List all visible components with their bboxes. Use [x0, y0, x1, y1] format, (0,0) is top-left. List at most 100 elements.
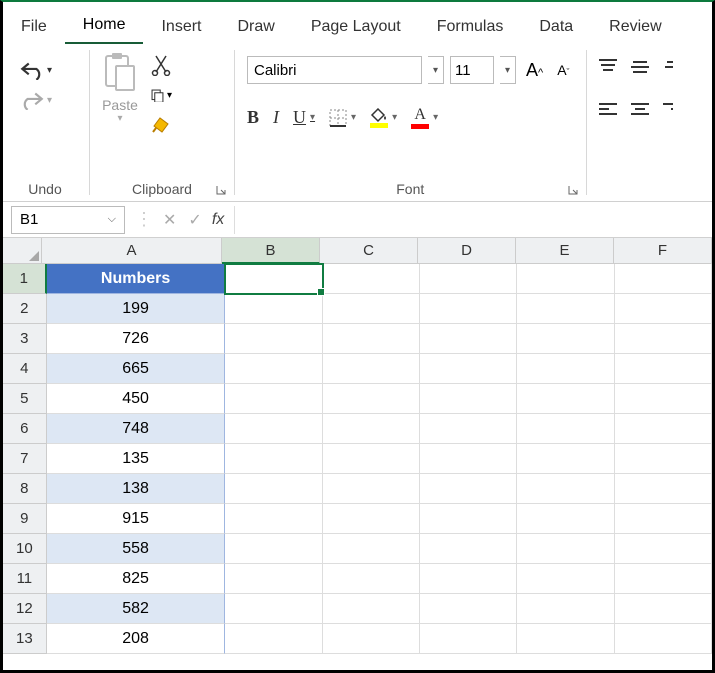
- cell[interactable]: [615, 504, 712, 534]
- cell[interactable]: [323, 444, 420, 474]
- chevron-down-icon[interactable]: ⌵: [108, 213, 116, 226]
- col-header-f[interactable]: F: [614, 238, 712, 264]
- cell[interactable]: [225, 414, 322, 444]
- row-header[interactable]: 13: [3, 624, 47, 654]
- cell[interactable]: [420, 594, 517, 624]
- cell[interactable]: [225, 384, 322, 414]
- cell[interactable]: [420, 504, 517, 534]
- align-bottom-button[interactable]: [661, 58, 673, 81]
- cell[interactable]: [615, 384, 712, 414]
- font-size-dropdown[interactable]: ▾: [500, 56, 516, 84]
- row-header[interactable]: 10: [3, 534, 47, 564]
- cell[interactable]: [615, 564, 712, 594]
- cell[interactable]: [517, 624, 614, 654]
- cell[interactable]: 138: [47, 474, 226, 504]
- tab-formulas[interactable]: Formulas: [419, 12, 522, 42]
- chevron-down-icon[interactable]: ▾: [117, 113, 122, 124]
- row-header[interactable]: 5: [3, 384, 47, 414]
- align-right-button[interactable]: [661, 101, 673, 124]
- bold-button[interactable]: B: [247, 107, 259, 128]
- tab-page-layout[interactable]: Page Layout: [293, 12, 419, 42]
- cut-button[interactable]: [150, 54, 172, 76]
- cell[interactable]: [323, 504, 420, 534]
- cell[interactable]: 665: [47, 354, 226, 384]
- formula-input[interactable]: [234, 206, 712, 234]
- fill-color-button[interactable]: ▾: [370, 108, 397, 128]
- cell[interactable]: [225, 354, 322, 384]
- cell[interactable]: 450: [47, 384, 226, 414]
- col-header-e[interactable]: E: [516, 238, 614, 264]
- cell[interactable]: 135: [47, 444, 226, 474]
- cell[interactable]: [420, 444, 517, 474]
- borders-button[interactable]: ▾: [329, 109, 356, 127]
- cell[interactable]: [420, 354, 517, 384]
- align-top-button[interactable]: [597, 58, 619, 81]
- row-header[interactable]: 9: [3, 504, 47, 534]
- select-all-corner[interactable]: [3, 238, 42, 264]
- cell[interactable]: 726: [47, 324, 226, 354]
- cell[interactable]: [517, 264, 614, 294]
- tab-file[interactable]: File: [3, 12, 65, 42]
- cell[interactable]: [420, 384, 517, 414]
- tab-data[interactable]: Data: [521, 12, 591, 42]
- cell[interactable]: [517, 384, 614, 414]
- italic-button[interactable]: I: [273, 107, 279, 128]
- cell[interactable]: [420, 624, 517, 654]
- cell[interactable]: [615, 474, 712, 504]
- cell[interactable]: [323, 264, 420, 294]
- copy-button[interactable]: ▾: [150, 84, 172, 106]
- tab-insert[interactable]: Insert: [143, 12, 219, 42]
- align-middle-button[interactable]: [629, 58, 651, 81]
- increase-font-button[interactable]: A^: [522, 60, 547, 81]
- paste-button[interactable]: [102, 52, 138, 97]
- cell[interactable]: [517, 564, 614, 594]
- cell[interactable]: 582: [47, 594, 226, 624]
- cell[interactable]: [615, 324, 712, 354]
- cell[interactable]: [517, 474, 614, 504]
- col-header-c[interactable]: C: [320, 238, 418, 264]
- tab-review[interactable]: Review: [591, 12, 679, 42]
- cell[interactable]: [225, 564, 322, 594]
- row-header[interactable]: 6: [3, 414, 47, 444]
- cancel-formula-button[interactable]: ✕: [157, 210, 182, 230]
- tab-draw[interactable]: Draw: [219, 12, 292, 42]
- cell[interactable]: [615, 294, 712, 324]
- cell[interactable]: [517, 354, 614, 384]
- chevron-down-icon[interactable]: ▾: [47, 65, 52, 76]
- font-size-combo[interactable]: [450, 56, 494, 84]
- format-painter-button[interactable]: [150, 114, 172, 136]
- row-header[interactable]: 2: [3, 294, 47, 324]
- enter-formula-button[interactable]: ✓: [182, 210, 207, 230]
- name-box[interactable]: B1 ⌵: [11, 206, 125, 234]
- cell[interactable]: 558: [47, 534, 226, 564]
- cell[interactable]: [615, 444, 712, 474]
- align-left-button[interactable]: [597, 101, 619, 124]
- table-header-cell[interactable]: Numbers: [47, 264, 226, 294]
- cell[interactable]: [420, 564, 517, 594]
- row-header[interactable]: 8: [3, 474, 47, 504]
- cell[interactable]: [420, 474, 517, 504]
- clipboard-launcher[interactable]: [214, 183, 228, 197]
- cell[interactable]: [323, 564, 420, 594]
- cell[interactable]: [323, 384, 420, 414]
- font-color-button[interactable]: A▾: [411, 106, 438, 129]
- row-header[interactable]: 11: [3, 564, 47, 594]
- cell[interactable]: [517, 324, 614, 354]
- cell[interactable]: [323, 354, 420, 384]
- underline-button[interactable]: U▾: [293, 107, 315, 128]
- cell[interactable]: [420, 324, 517, 354]
- undo-button[interactable]: ▾: [13, 58, 58, 82]
- cell[interactable]: [420, 414, 517, 444]
- cell[interactable]: [323, 594, 420, 624]
- cell[interactable]: [615, 594, 712, 624]
- cell[interactable]: [225, 504, 322, 534]
- cell[interactable]: [225, 324, 322, 354]
- align-center-button[interactable]: [629, 101, 651, 124]
- col-header-d[interactable]: D: [418, 238, 516, 264]
- cell[interactable]: [420, 294, 517, 324]
- cell[interactable]: [615, 624, 712, 654]
- cell[interactable]: [225, 534, 322, 564]
- row-header[interactable]: 4: [3, 354, 47, 384]
- font-launcher[interactable]: [566, 183, 580, 197]
- cell[interactable]: 825: [47, 564, 226, 594]
